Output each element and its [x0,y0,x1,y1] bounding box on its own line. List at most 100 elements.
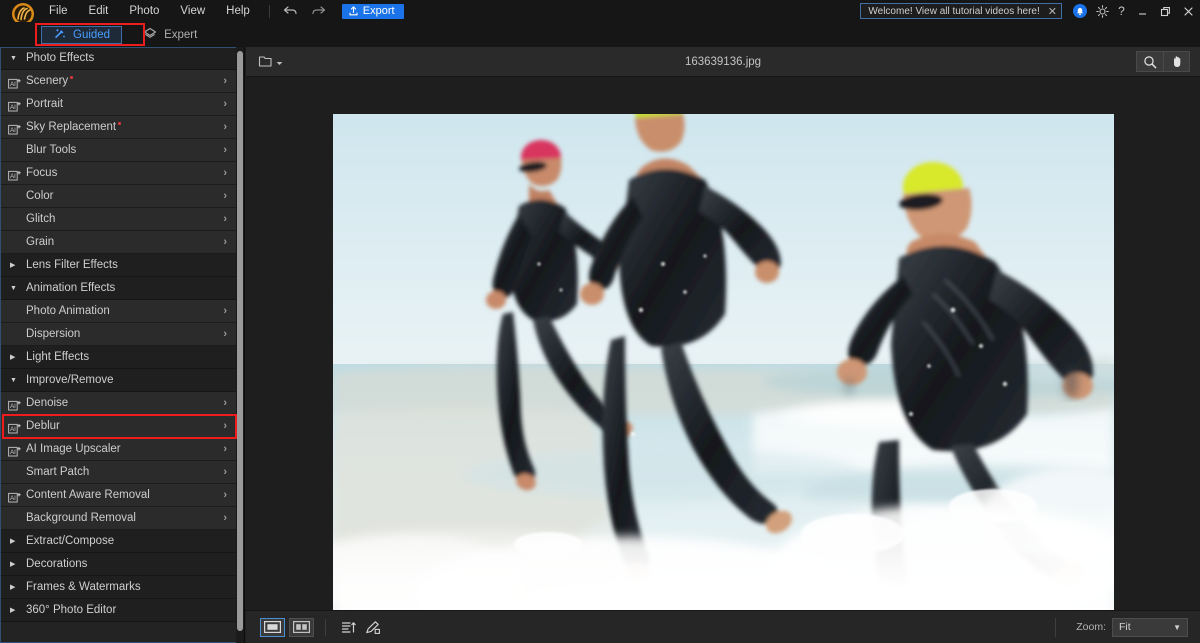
guided-effects-sidebar: ▼Photo EffectsAIScenery›AIPortrait›AISky… [0,47,245,643]
sidebar-group-improve-remove[interactable]: ▼Improve/Remove [0,369,237,392]
bell-icon[interactable] [1073,4,1087,18]
menu-view[interactable]: View [180,5,205,17]
triangle-right-icon: ▶ [10,353,18,361]
sidebar-item-label: Content Aware Removal [26,489,150,501]
sidebar-scrollbar-track[interactable] [236,47,244,643]
single-view-icon[interactable] [260,618,285,637]
canvas-area: 163639136.jpg [246,47,1200,643]
document-title: 163639136.jpg [246,56,1200,68]
sidebar-group-animation-effects[interactable]: ▼Animation Effects [0,277,237,300]
zoom-control-group: Zoom: Fit ▼ [1055,618,1188,637]
sidebar-item-content-aware-removal[interactable]: AIContent Aware Removal› [0,484,237,507]
sidebar-group-light-effects[interactable]: ▶ Light Effects [0,346,237,369]
hand-icon[interactable] [1163,52,1189,71]
chevron-right-icon: › [223,75,227,87]
sidebar-item-label: Photo Animation [26,305,110,317]
minimize-button[interactable] [1131,0,1154,22]
ai-badge-icon: AI [8,421,22,432]
sidebar-item-label: Background Removal [26,512,136,524]
help-icon[interactable]: ? [1112,0,1131,22]
menu-bar: File Edit Photo View Help [49,5,250,17]
sidebar-group-decorations[interactable]: ▶ Decorations [0,553,237,576]
gear-icon[interactable] [1093,0,1112,22]
canvas-bottom-bar: Zoom: Fit ▼ [246,610,1200,643]
svg-text:AI: AI [10,173,16,179]
image-stage [246,77,1200,610]
toolbar-divider [269,5,270,18]
chevron-right-icon: › [223,190,227,202]
sidebar-item-label: Denoise [26,397,68,409]
sidebar-item-label: Deblur [26,420,60,432]
sidebar-item-focus[interactable]: AIFocus› [0,162,237,185]
menu-file[interactable]: File [49,5,68,17]
tab-guided[interactable]: Guided [41,26,122,44]
notification-text: Welcome! View all tutorial videos here! [868,6,1039,17]
magnifier-icon[interactable] [1137,52,1163,71]
bottombar-divider [325,619,326,636]
export-button[interactable]: Export [342,4,404,19]
sidebar-group-label: Light Effects [26,351,89,363]
menu-edit[interactable]: Edit [89,5,109,17]
sidebar-item-label: Grain [26,236,54,248]
menu-help[interactable]: Help [226,5,250,17]
sidebar-item-label: AI Image Upscaler [26,443,121,455]
chevron-down-icon [276,53,283,71]
ai-badge-icon: AI [8,122,22,133]
triangle-right-icon: ▶ [10,560,18,568]
canvas-top-bar: 163639136.jpg [246,47,1200,77]
export-button-label: Export [363,5,395,17]
sidebar-group-label: 360° Photo Editor [26,604,116,616]
sidebar-item-deblur[interactable]: AIDeblur› [0,415,237,438]
sidebar-group-label: Frames & Watermarks [26,581,141,593]
zoom-select[interactable]: Fit ▼ [1112,618,1188,637]
sidebar-group-label: Decorations [26,558,87,570]
triangle-right-icon: ▶ [10,261,18,269]
folder-dropdown-icon[interactable] [258,53,283,71]
history-panel-icon[interactable] [337,616,361,638]
pencil-edit-icon[interactable] [361,616,385,638]
new-feature-dot-icon [70,76,73,79]
undo-arrow-icon[interactable] [283,4,298,19]
sidebar-item-glitch[interactable]: Glitch› [0,208,237,231]
chevron-right-icon: › [223,443,227,455]
sidebar-item-denoise[interactable]: AIDenoise› [0,392,237,415]
tab-expert[interactable]: Expert [132,26,208,44]
sidebar-item-background-removal[interactable]: Background Removal› [0,507,237,530]
sidebar-group-extract-compose[interactable]: ▶Extract/Compose [0,530,237,553]
svg-text:AI: AI [10,104,16,110]
photo-canvas[interactable] [333,114,1114,642]
sidebar-item-sky-replacement[interactable]: AISky Replacement› [0,116,237,139]
restore-button[interactable] [1154,0,1177,22]
sidebar-group-frames-watermarks[interactable]: ▶ Frames & Watermarks [0,576,237,599]
triangle-right-icon: ▶ [10,606,18,614]
redo-arrow-icon[interactable] [311,4,326,19]
sidebar-item-scenery[interactable]: AIScenery› [0,70,237,93]
sidebar-group-lens-filter-effects[interactable]: ▶Lens Filter Effects [0,254,237,277]
close-button[interactable] [1177,0,1200,22]
sidebar-group-photo-effects[interactable]: ▼Photo Effects [0,47,237,70]
sidebar-item-smart-patch[interactable]: Smart Patch › [0,461,237,484]
split-view-icon[interactable] [289,618,314,637]
sidebar-item-dispersion[interactable]: Dispersion› [0,323,237,346]
sidebar-item-label: Smart Patch [26,466,89,478]
sidebar-group-360-photo-editor[interactable]: ▶ 360° Photo Editor [0,599,237,622]
sidebar-item-photo-animation[interactable]: Photo Animation› [0,300,237,323]
triangle-right-icon: ▶ [10,583,18,591]
ai-badge-icon: AI [8,490,22,501]
svg-text:AI: AI [10,426,16,432]
chevron-right-icon: › [223,466,227,478]
svg-text:AI: AI [10,81,16,87]
notification-close-icon[interactable]: ✕ [1048,5,1057,18]
sidebar-item-blur-tools[interactable]: Blur Tools› [0,139,237,162]
canvas-tool-group [1136,51,1190,72]
sidebar-item-color[interactable]: Color› [0,185,237,208]
title-bar: File Edit Photo View Help [0,0,1200,22]
sidebar-item-portrait[interactable]: AIPortrait› [0,93,237,116]
sidebar-group-label: Animation Effects [26,282,115,294]
notification-banner[interactable]: Welcome! View all tutorial videos here! … [860,3,1062,19]
sidebar-item-ai-image-upscaler[interactable]: AIAI Image Upscaler› [0,438,237,461]
sidebar-scrollbar-thumb[interactable] [237,51,243,631]
menu-photo[interactable]: Photo [129,5,159,17]
ai-badge-icon: AI [8,168,22,179]
sidebar-item-grain[interactable]: Grain› [0,231,237,254]
